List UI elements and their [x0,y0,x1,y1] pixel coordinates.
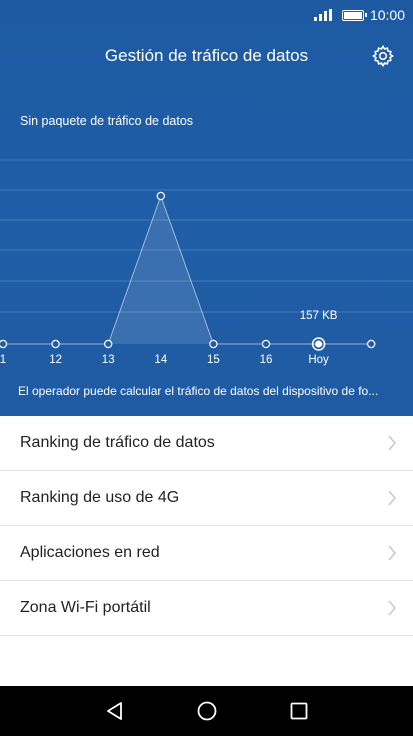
selected-value-label: 157 KB [300,310,338,322]
options-list: Ranking de tráfico de datos Ranking de u… [0,416,413,636]
point-1 [51,339,60,349]
list-item-label: Zona Wi-Fi portátil [20,599,151,616]
list-item-label: Ranking de tráfico de datos [20,434,215,451]
chevron-right-icon [388,490,396,506]
point-6 [315,340,323,348]
tick-label-1: 12 [49,354,62,366]
list-item-data-ranking[interactable]: Ranking de tráfico de datos [0,416,413,471]
home-icon [197,701,216,721]
page-title: Gestión de tráfico de datos [104,46,309,65]
tick-label-5: 16 [260,354,273,366]
tick-label-0: 1 [0,354,6,366]
list-item-network-apps[interactable]: Aplicaciones en red [0,526,413,581]
signal-icon [313,9,332,21]
tick-label-3: 14 [154,354,167,366]
header: 10:00 Gestión de tráfico de datos Sin pa… [0,0,413,416]
tick-label-2: 13 [102,354,115,366]
status-bar: 10:00 [0,0,413,30]
point-2 [103,339,113,349]
settings-button[interactable] [369,42,397,70]
tick-label-6: Hoy [308,354,329,366]
chevron-right-icon [388,435,396,451]
no-plan-label: Sin paquete de tráfico de datos [20,114,194,128]
list-item-label: Ranking de uso de 4G [20,489,180,506]
tick-label-4: 15 [207,354,220,366]
point-5 [261,339,271,349]
list-item-hotspot[interactable]: Zona Wi-Fi portátil [0,581,413,636]
chevron-right-icon [388,600,396,616]
battery-icon [341,9,367,21]
home-button[interactable] [195,699,219,723]
traffic-chart: 1 12 13 14 15 16 Hoy 157 KB [0,159,413,366]
nav-bar [0,686,413,736]
list-item-4g-ranking[interactable]: Ranking de uso de 4G [0,471,413,526]
point-0 [0,339,8,349]
point-4 [209,339,218,349]
chevron-right-icon [388,545,396,561]
point-7 [367,339,376,349]
status-time: 10:00 [369,7,405,23]
back-icon [106,702,122,720]
recents-icon [290,702,307,720]
list-item-label: Aplicaciones en red [20,544,160,561]
point-3 [156,191,165,201]
title-bar: Gestión de tráfico de datos [0,38,413,74]
operator-note: El operador puede calcular el tráfico de… [18,384,379,398]
gear-icon [372,45,394,67]
back-button[interactable] [103,699,127,723]
recents-button[interactable] [287,699,311,723]
